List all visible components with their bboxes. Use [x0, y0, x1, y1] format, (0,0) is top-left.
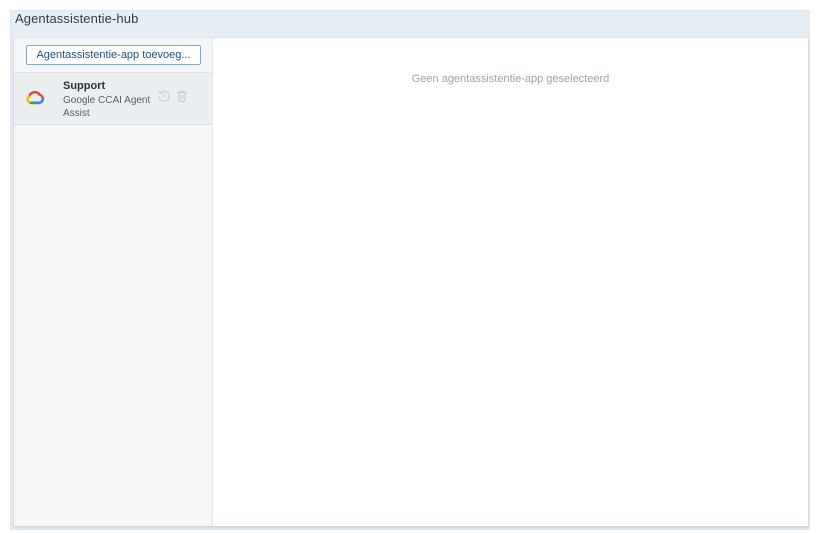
empty-state-message: Geen agentassistentie-app geselecteerd [411, 73, 610, 85]
content-panel: Agentassistentie-app toevoeg... Support … [14, 38, 808, 526]
add-agent-assist-app-button[interactable]: Agentassistentie-app toevoeg... [26, 45, 201, 65]
trash-icon[interactable] [175, 89, 189, 103]
page-title: Agentassistentie-hub [15, 11, 139, 26]
app-name: Support [63, 80, 106, 92]
sidebar: Agentassistentie-app toevoeg... Support … [14, 38, 213, 526]
google-cloud-icon [26, 90, 45, 105]
sidebar-item-support[interactable]: Support Google CCAI Agent Assist [14, 73, 212, 125]
reset-icon[interactable] [157, 89, 171, 103]
hub-window: Agentassistentie-hub Agentassistentie-ap… [10, 10, 810, 530]
app-type: Google CCAI Agent Assist [63, 95, 151, 119]
